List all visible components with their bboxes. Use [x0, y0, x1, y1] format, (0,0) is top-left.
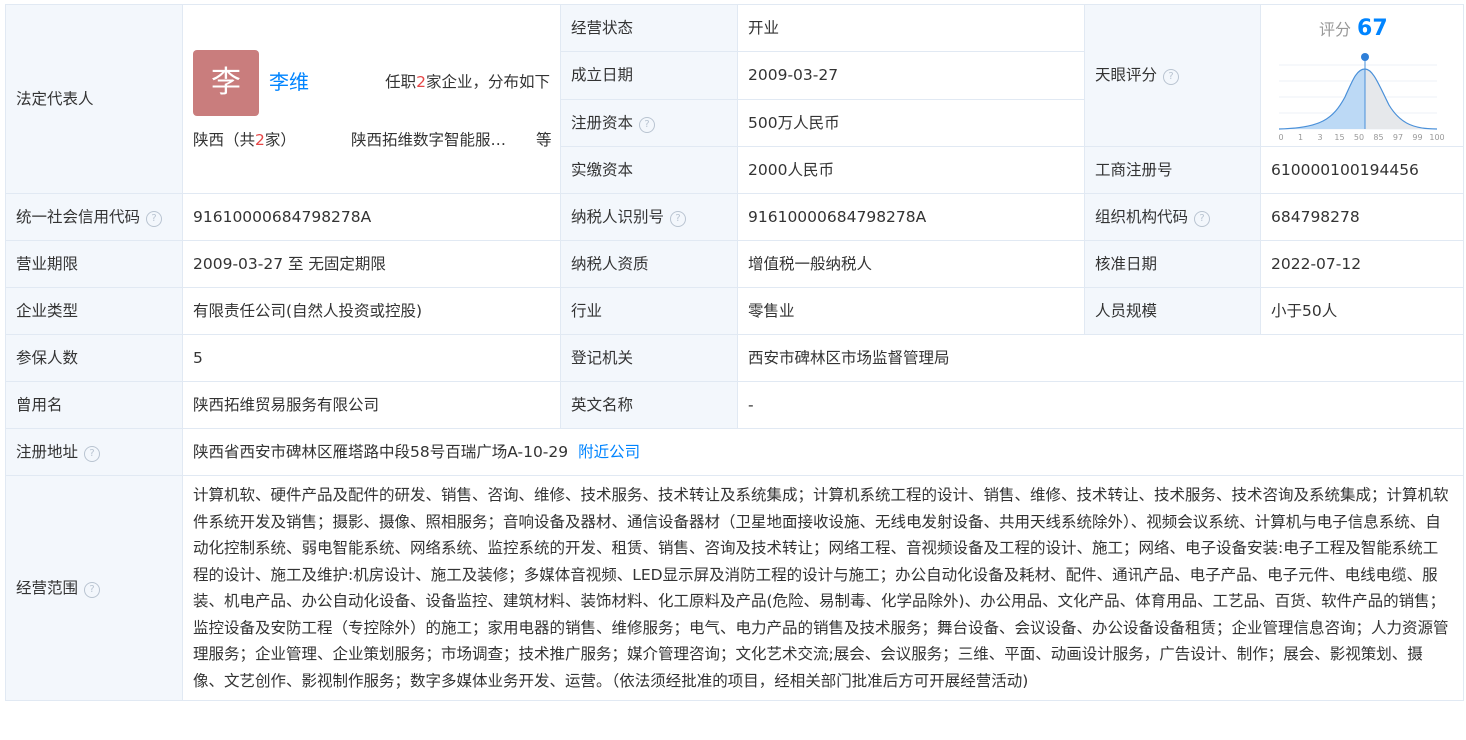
paid-capital-value: 2000人民币	[737, 145, 1085, 195]
region-pre: 陕西（共	[193, 131, 256, 149]
en-name-value: -	[737, 381, 1464, 429]
legal-rep-cell: 李 李维 任职2家企业，分布如下 陕西（共2家） 陕西拓维数字智能服务有限公司 …	[182, 4, 561, 194]
company-info-table: 法定代表人 李 李维 任职2家企业，分布如下 陕西（共2家） 陕西拓维数字智能服…	[5, 3, 1464, 701]
tax-qual-value: 增值税一般纳税人	[737, 240, 1085, 288]
reg-capital-label: 注册资本	[571, 113, 634, 132]
score-value: 67	[1357, 16, 1388, 41]
org-code-value: 684798278	[1260, 193, 1464, 241]
scope-label: 经营范围	[16, 579, 79, 597]
legal-rep-label: 法定代表人	[5, 4, 183, 194]
region-summary: 陕西（共2家）	[193, 129, 296, 151]
insured-label: 参保人数	[5, 334, 183, 382]
ent-type-value: 有限责任公司(自然人投资或控股)	[182, 287, 561, 335]
paid-capital-label: 实缴资本	[560, 145, 738, 195]
former-name-value: 陕西拓维贸易服务有限公司	[182, 381, 561, 429]
founded-value: 2009-03-27	[737, 51, 1085, 100]
credit-code-label: 统一社会信用代码	[16, 208, 141, 226]
taxpayer-id-label-cell: 纳税人识别号?	[560, 193, 738, 241]
help-icon[interactable]: ?	[639, 116, 656, 133]
credit-code-value: 91610000684798278A	[182, 193, 561, 241]
tax-qual-label: 纳税人资质	[560, 240, 738, 288]
authority-value: 西安市碑林区市场监督管理局	[737, 334, 1464, 382]
address-value: 陕西省西安市碑林区雁塔路中段58号百瑞广场A-10-29	[193, 443, 569, 461]
staff-label: 人员规模	[1084, 287, 1261, 335]
positions-pre: 任职	[385, 73, 417, 91]
legal-rep-name-link[interactable]: 李维	[269, 68, 309, 96]
industry-value: 零售业	[737, 287, 1085, 335]
avatar[interactable]: 李	[193, 50, 259, 116]
positions-post: 家企业，分布如下	[425, 73, 550, 91]
help-icon[interactable]: ?	[146, 211, 163, 227]
ent-type-label: 企业类型	[5, 287, 183, 335]
more-text: 等	[535, 131, 552, 149]
approval-label: 核准日期	[1084, 240, 1261, 288]
en-name-label: 英文名称	[560, 381, 738, 429]
nearby-companies-link[interactable]: 附近公司	[578, 443, 640, 461]
reg-capital-label-cell: 注册资本?	[560, 98, 738, 147]
score-marker-dot	[1361, 53, 1369, 61]
address-label-cell: 注册地址?	[5, 428, 183, 476]
distribution-curve-fill	[1279, 69, 1365, 129]
score-label: 评分	[1319, 20, 1352, 39]
address-label: 注册地址	[16, 443, 79, 461]
biz-reg-value: 610000100194456	[1260, 145, 1464, 195]
term-label: 营业期限	[5, 240, 183, 288]
address-cell: 陕西省西安市碑林区雁塔路中段58号百瑞广场A-10-29 附近公司	[182, 428, 1464, 476]
status-label: 经营状态	[560, 3, 738, 53]
insured-value: 5	[182, 334, 561, 382]
org-code-label-cell: 组织机构代码?	[1084, 193, 1261, 241]
approval-value: 2022-07-12	[1260, 240, 1464, 288]
staff-value: 小于50人	[1260, 287, 1464, 335]
positions-summary: 任职2家企业，分布如下	[385, 71, 550, 93]
score-axis-tick-label: 1	[1298, 133, 1303, 142]
score-axis-tick-label: 15	[1334, 133, 1344, 142]
help-icon[interactable]: ?	[670, 211, 687, 227]
related-company: 陕西拓维数字智能服务有限公司 等	[351, 129, 551, 151]
score-axis-tick-label: 97	[1393, 133, 1403, 142]
help-icon[interactable]: ?	[84, 582, 101, 598]
founded-label: 成立日期	[560, 51, 738, 100]
term-value: 2009-03-27 至 无固定期限	[182, 240, 561, 288]
score-heading: 评分 67	[1319, 17, 1388, 42]
help-icon[interactable]: ?	[1163, 69, 1180, 86]
tianyan-label: 天眼评分	[1095, 66, 1158, 85]
positions-count: 2	[416, 73, 426, 91]
industry-label: 行业	[560, 287, 738, 335]
taxpayer-id-label: 纳税人识别号	[571, 208, 665, 226]
score-axis-tick-label: 85	[1373, 133, 1383, 142]
score-axis-tick-label: 3	[1317, 133, 1322, 142]
region-post: 家）	[264, 131, 296, 149]
credit-code-label-cell: 统一社会信用代码?	[5, 193, 183, 241]
taxpayer-id-value: 91610000684798278A	[737, 193, 1085, 241]
region-count: 2	[255, 131, 265, 149]
score-axis-tick-label: 99	[1412, 133, 1422, 142]
scope-value: 计算机软、硬件产品及配件的研发、销售、咨询、维修、技术服务、技术转让及系统集成；…	[182, 475, 1464, 701]
tianyan-label-cell: 天眼评分?	[1084, 4, 1261, 147]
help-icon[interactable]: ?	[84, 446, 101, 462]
related-company-link[interactable]: 陕西拓维数字智能服务有限公司	[351, 129, 521, 151]
score-distribution-chart: 0 1 3 15 50 85 97 99 100	[1278, 53, 1445, 142]
authority-label: 登记机关	[560, 334, 738, 382]
score-axis-tick-label: 0	[1278, 133, 1283, 142]
score-axis-tick-label: 50	[1354, 133, 1364, 142]
org-code-label: 组织机构代码	[1095, 208, 1189, 226]
score-axis-tick-label: 100	[1429, 133, 1444, 142]
biz-reg-label: 工商注册号	[1084, 145, 1261, 195]
reg-capital-value: 500万人民币	[737, 98, 1085, 147]
help-icon[interactable]: ?	[1194, 211, 1211, 227]
score-cell[interactable]: 评分 67 0 1 3 15 50 85 97 99 100	[1260, 4, 1464, 147]
former-name-label: 曾用名	[5, 381, 183, 429]
status-value: 开业	[737, 3, 1085, 53]
scope-label-cell: 经营范围?	[5, 475, 183, 701]
